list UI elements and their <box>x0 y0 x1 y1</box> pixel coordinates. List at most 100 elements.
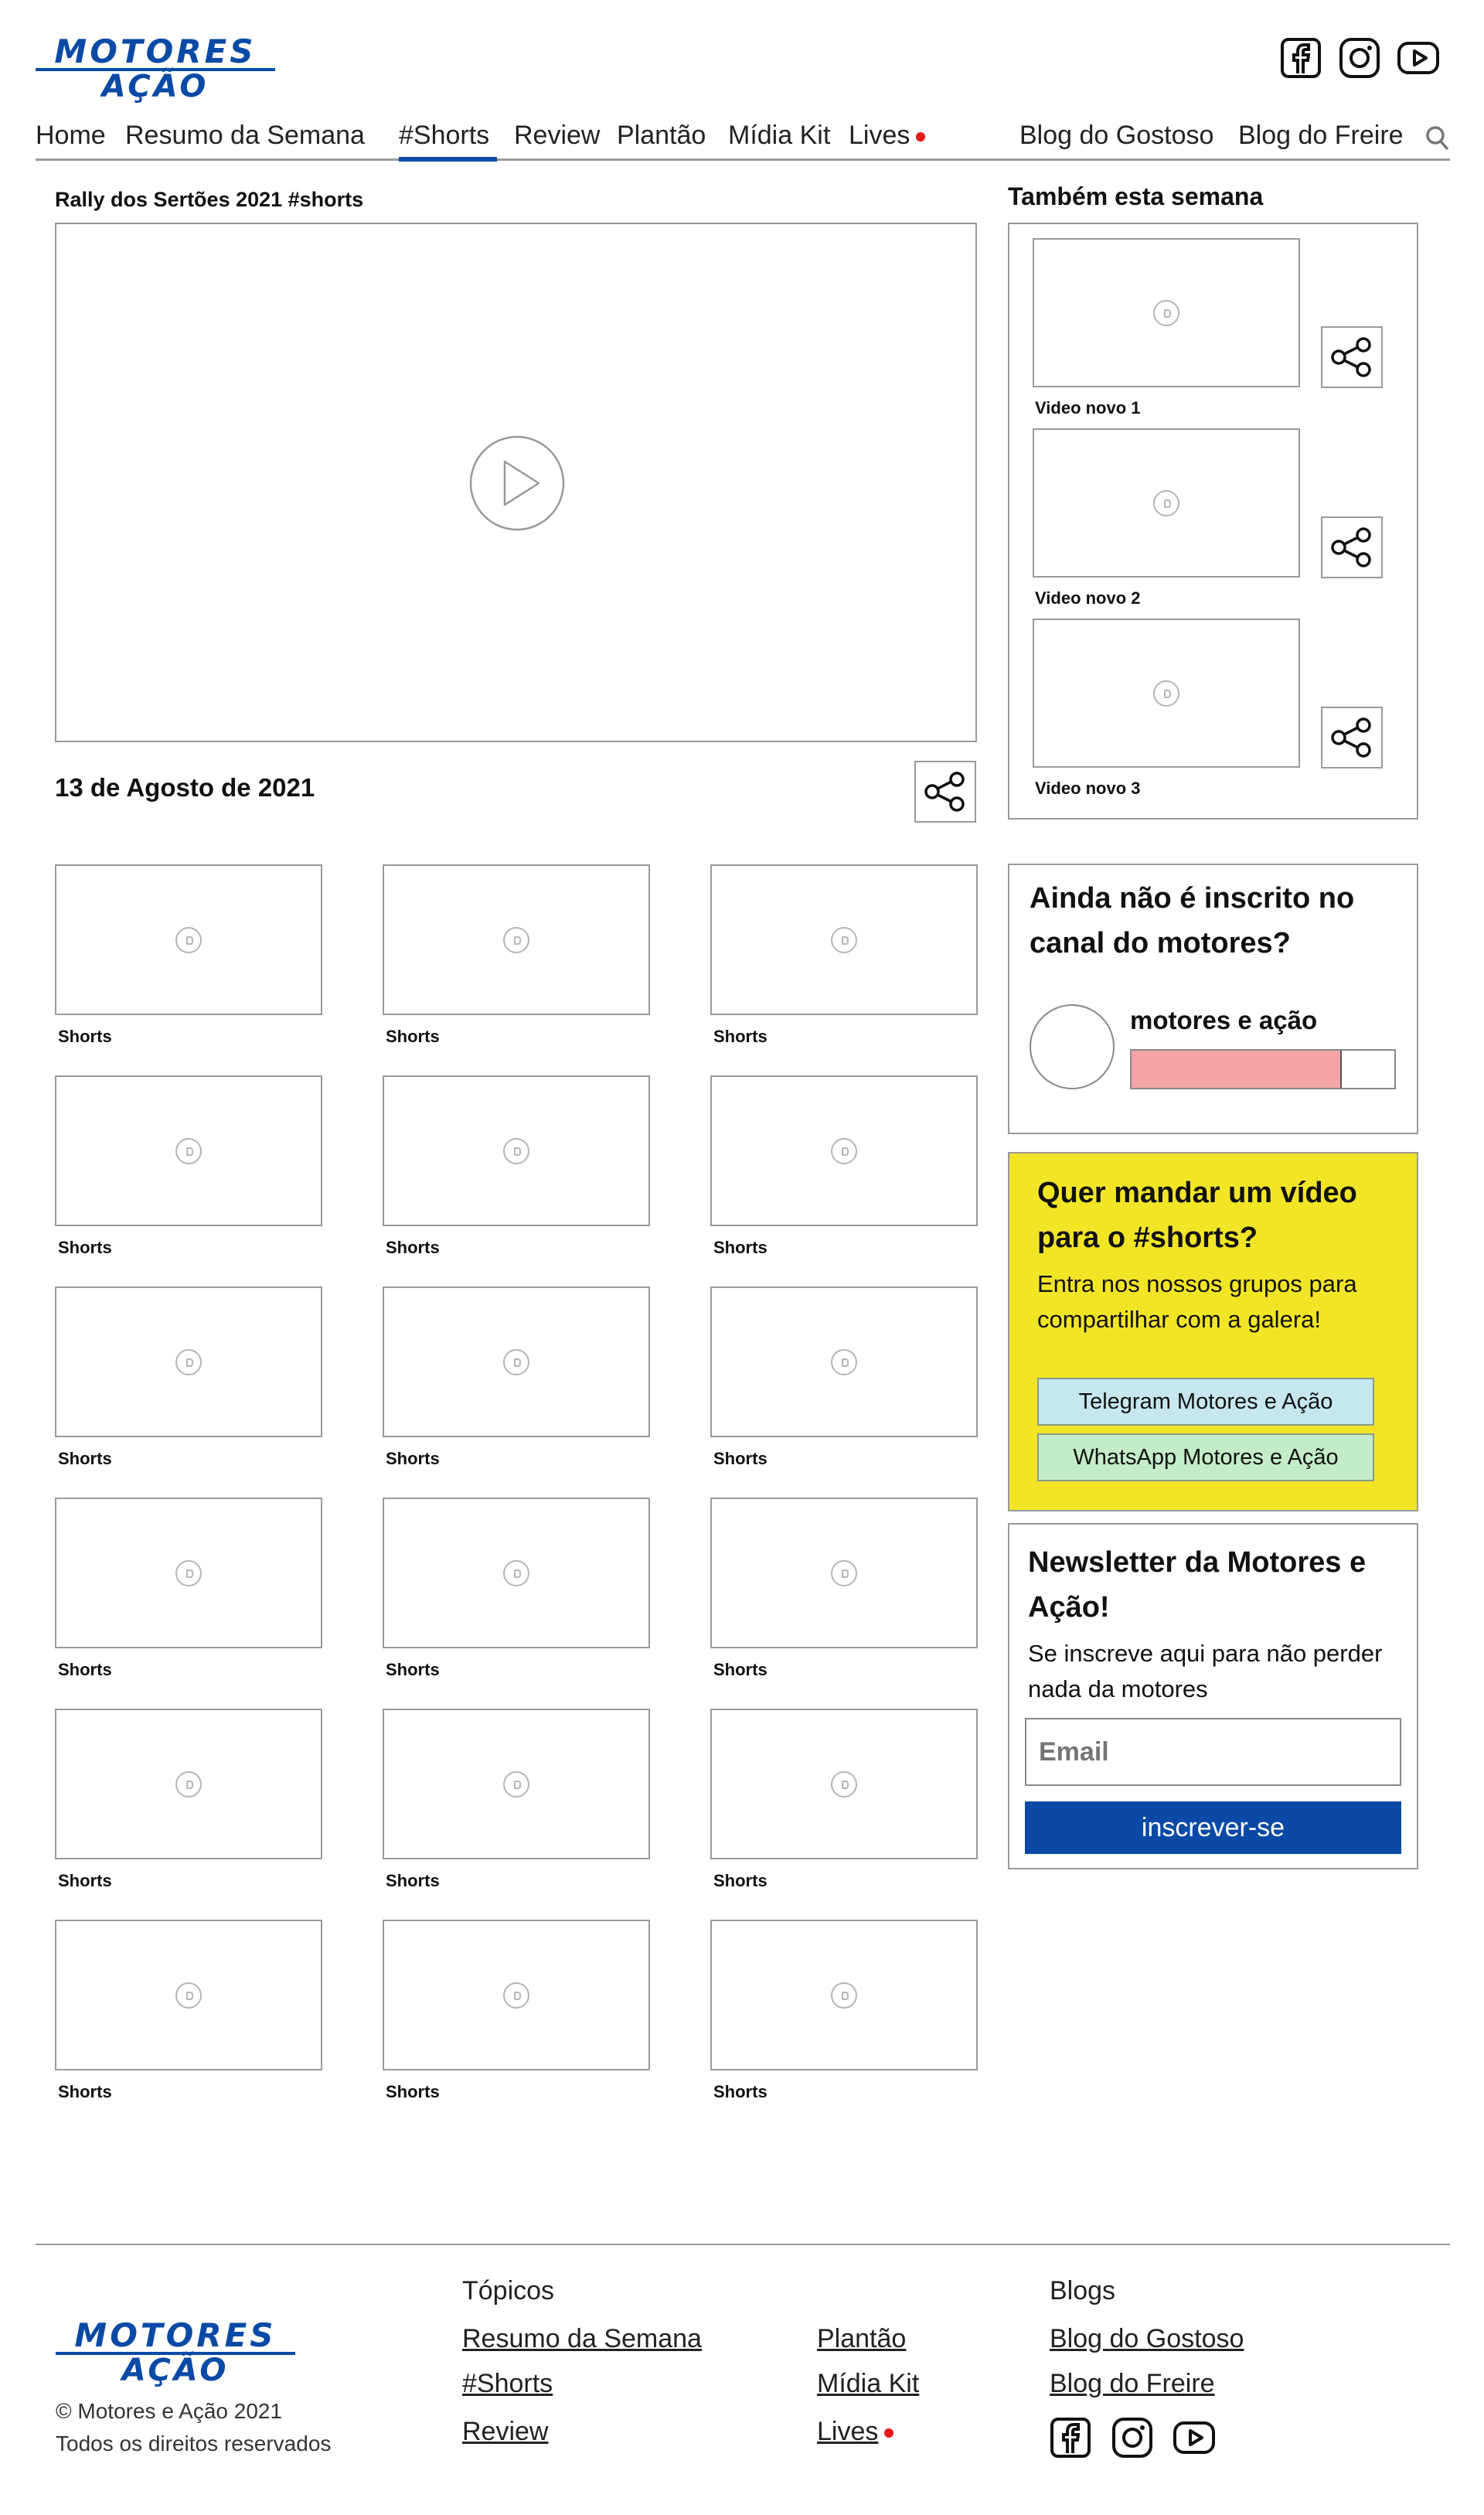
footer-link-plantao[interactable]: Plantão <box>817 2324 906 2354</box>
subscribe-progress-fill <box>1132 1051 1342 1088</box>
footer-link-review[interactable]: Review <box>462 2417 548 2447</box>
short-thumbnail[interactable] <box>383 1498 650 1648</box>
short-thumbnail[interactable] <box>710 1498 978 1648</box>
search-icon[interactable] <box>1425 125 1450 152</box>
play-icon <box>503 1770 529 1798</box>
short-thumbnail[interactable] <box>710 1920 978 2070</box>
short-thumbnail[interactable] <box>55 1286 322 1437</box>
play-icon <box>831 1982 857 2009</box>
telegram-button[interactable]: Telegram Motores e Ação <box>1037 1378 1374 1426</box>
video-share-button[interactable] <box>914 761 976 823</box>
footer-instagram-icon[interactable] <box>1111 2417 1153 2459</box>
play-icon <box>175 1770 202 1798</box>
submit-text: Entra nos nossos grupos para compartilha… <box>1037 1270 1357 1333</box>
play-icon <box>831 1348 857 1375</box>
week-video-thumbnail[interactable] <box>1033 619 1300 768</box>
week-video-label: Video novo 3 <box>1035 779 1141 798</box>
instagram-icon[interactable] <box>1339 37 1380 79</box>
footer-logo[interactable]: MOTORES AÇÃO <box>56 2319 295 2386</box>
logo-line-1: MOTORES <box>36 36 275 71</box>
footer-facebook-icon[interactable] <box>1050 2417 1091 2459</box>
short-thumbnail[interactable] <box>383 1075 650 1226</box>
footer-blogs-title: Blogs <box>1050 2276 1116 2305</box>
footer-link-shorts[interactable]: #Shorts <box>462 2369 553 2399</box>
week-video-share-button[interactable] <box>1321 326 1383 388</box>
play-icon <box>831 1137 857 1164</box>
youtube-icon[interactable] <box>1397 37 1439 79</box>
short-label: Shorts <box>713 1238 768 1257</box>
short-label: Shorts <box>386 2082 440 2101</box>
play-icon <box>503 1559 529 1586</box>
footer-link-midia-kit[interactable]: Mídia Kit <box>817 2369 919 2399</box>
nav-resumo-semana[interactable]: Resumo da Semana <box>125 121 365 151</box>
newsletter-email-input[interactable] <box>1025 1718 1401 1786</box>
live-indicator-icon <box>916 132 926 142</box>
play-icon <box>503 1348 529 1375</box>
week-video-share-button[interactable] <box>1321 516 1383 578</box>
facebook-icon[interactable] <box>1280 37 1322 79</box>
short-thumbnail[interactable] <box>55 1075 322 1226</box>
week-video-thumbnail[interactable] <box>1033 428 1300 578</box>
play-icon <box>175 1137 202 1164</box>
footer-link-lives[interactable]: Lives <box>817 2417 894 2447</box>
short-label: Shorts <box>713 1871 768 1890</box>
week-video-share-button[interactable] <box>1321 707 1383 768</box>
footer-rights: Todos os direitos reservados <box>56 2432 332 2455</box>
share-icon <box>1331 717 1371 758</box>
short-thumbnail[interactable] <box>383 1709 650 1859</box>
play-icon <box>175 1559 202 1586</box>
nav-midia-kit[interactable]: Mídia Kit <box>728 121 830 151</box>
week-video-label: Video novo 1 <box>1035 398 1141 417</box>
short-thumbnail[interactable] <box>710 1075 978 1226</box>
short-thumbnail[interactable] <box>55 1498 322 1648</box>
play-icon <box>1153 299 1179 326</box>
footer-social <box>1050 2417 1215 2459</box>
short-thumbnail[interactable] <box>55 864 322 1015</box>
channel-avatar[interactable] <box>1030 1004 1115 1089</box>
nav-shorts[interactable]: #Shorts <box>399 121 489 151</box>
short-thumbnail[interactable] <box>55 1920 322 2070</box>
footer-youtube-icon[interactable] <box>1173 2417 1215 2459</box>
short-thumbnail[interactable] <box>383 1286 650 1437</box>
short-label: Shorts <box>386 1027 440 1046</box>
footer-logo-line-1: MOTORES <box>56 2319 295 2355</box>
short-thumbnail[interactable] <box>55 1709 322 1859</box>
nav-review[interactable]: Review <box>514 121 600 151</box>
nav-blog-gostoso[interactable]: Blog do Gostoso <box>1019 121 1213 151</box>
footer-blog-gostoso[interactable]: Blog do Gostoso <box>1050 2324 1244 2354</box>
whatsapp-button[interactable]: WhatsApp Motores e Ação <box>1037 1433 1374 1481</box>
play-icon <box>831 1559 857 1586</box>
footer-link-resumo[interactable]: Resumo da Semana <box>462 2324 702 2354</box>
video-date: 13 de Agosto de 2021 <box>55 773 315 802</box>
short-label: Shorts <box>713 1660 768 1679</box>
week-video-thumbnail[interactable] <box>1033 238 1300 387</box>
short-label: Shorts <box>58 2082 112 2101</box>
site-logo[interactable]: MOTORES AÇÃO <box>36 36 275 102</box>
share-icon <box>1331 527 1371 567</box>
short-label: Shorts <box>713 1449 768 1468</box>
footer-divider <box>36 2244 1450 2245</box>
subscribe-progress[interactable] <box>1130 1049 1396 1089</box>
nav-blog-freire[interactable]: Blog do Freire <box>1238 121 1404 151</box>
short-label: Shorts <box>58 1871 112 1890</box>
play-icon <box>1153 489 1179 516</box>
play-icon[interactable] <box>469 435 565 531</box>
footer-blog-freire[interactable]: Blog do Freire <box>1050 2369 1215 2399</box>
play-icon <box>831 1770 857 1798</box>
short-thumbnail[interactable] <box>710 1709 978 1859</box>
short-label: Shorts <box>386 1871 440 1890</box>
play-icon <box>175 1982 202 2009</box>
short-label: Shorts <box>713 1027 768 1046</box>
short-thumbnail[interactable] <box>710 1286 978 1437</box>
play-icon <box>503 926 529 953</box>
short-thumbnail[interactable] <box>710 864 978 1015</box>
short-thumbnail[interactable] <box>383 864 650 1015</box>
short-thumbnail[interactable] <box>383 1920 650 2070</box>
nav-home[interactable]: Home <box>36 121 106 151</box>
nav-lives[interactable]: Lives <box>849 121 926 151</box>
video-player[interactable] <box>55 223 977 742</box>
nav-plantao[interactable]: Plantão <box>617 121 706 151</box>
footer-lives-label: Lives <box>817 2417 879 2446</box>
header-social <box>1280 37 1439 79</box>
newsletter-submit-button[interactable]: inscrever-se <box>1025 1801 1401 1854</box>
